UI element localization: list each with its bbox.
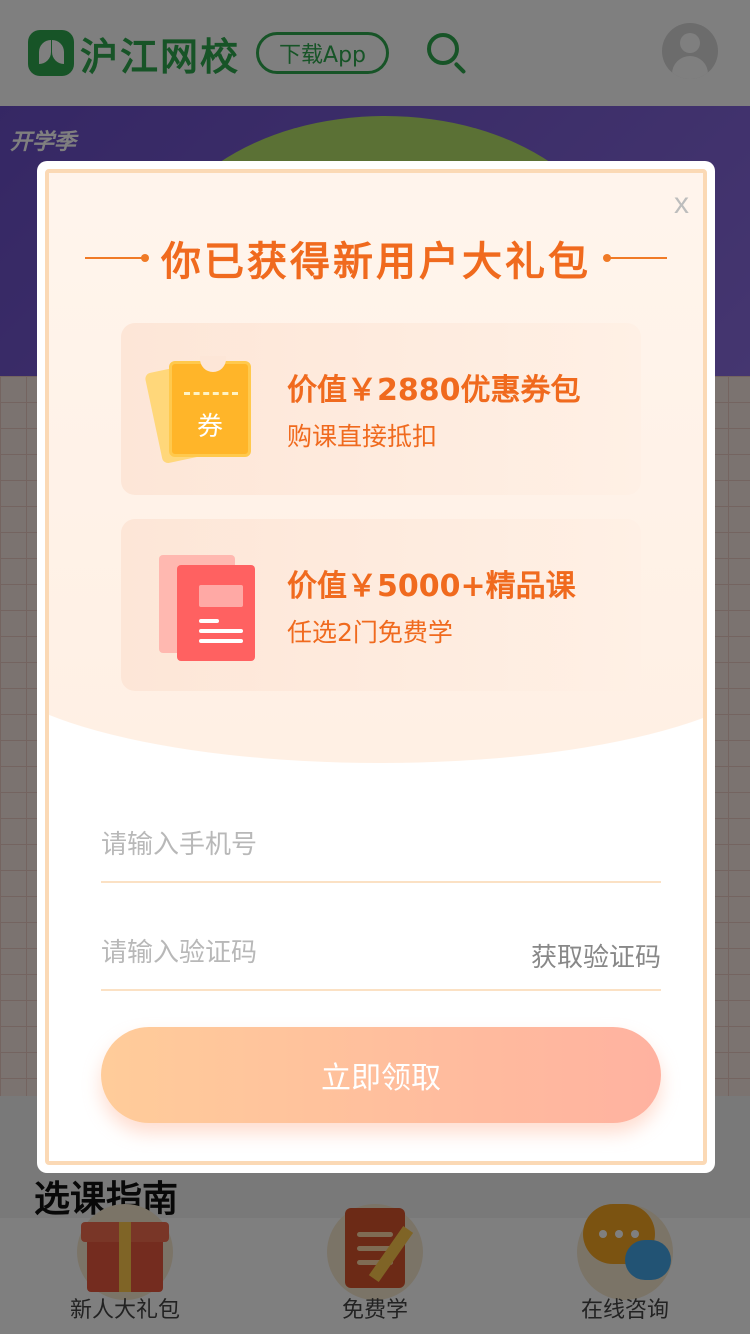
gift-modal-frame: x 你已获得新用户大礼包 券 价值￥2880优惠券包 购课直接抵扣 价值￥500… <box>45 169 707 1165</box>
close-icon[interactable]: x <box>674 187 689 221</box>
title-decoration-left <box>85 254 149 262</box>
page: 沪江网校 下载App 开学季 选课指南 新人大礼包 <box>0 0 750 1334</box>
modal-title-row: 你已获得新用户大礼包 <box>49 229 703 287</box>
coupon-icon-text: 券 <box>196 412 223 442</box>
benefit-card-course: 价值￥5000+精品课 任选2门免费学 <box>121 519 641 691</box>
benefit-title: 价值￥2880优惠券包 <box>287 373 581 408</box>
phone-field <box>101 801 661 883</box>
nav-item-label: 新人大礼包 <box>69 1298 180 1323</box>
nav-item-label: 在线咨询 <box>580 1298 669 1323</box>
benefit-subtitle: 任选2门免费学 <box>287 618 453 647</box>
benefit-subtitle: 购课直接抵扣 <box>287 422 438 451</box>
benefit-title: 价值￥5000+精品课 <box>287 569 576 604</box>
benefit-card-coupon: 券 价值￥2880优惠券包 购课直接抵扣 <box>121 323 641 495</box>
get-code-button[interactable]: 获取验证码 <box>531 937 661 974</box>
verification-code-input[interactable] <box>101 931 481 975</box>
claim-button[interactable]: 立即领取 <box>101 1027 661 1123</box>
title-decoration-right <box>603 254 667 262</box>
verification-code-field: 获取验证码 <box>101 909 661 991</box>
nav-item-label: 免费学 <box>341 1298 408 1323</box>
modal-title: 你已获得新用户大礼包 <box>161 239 591 285</box>
gift-modal: x 你已获得新用户大礼包 券 价值￥2880优惠券包 购课直接抵扣 价值￥500… <box>37 161 715 1173</box>
phone-input[interactable] <box>101 823 481 867</box>
